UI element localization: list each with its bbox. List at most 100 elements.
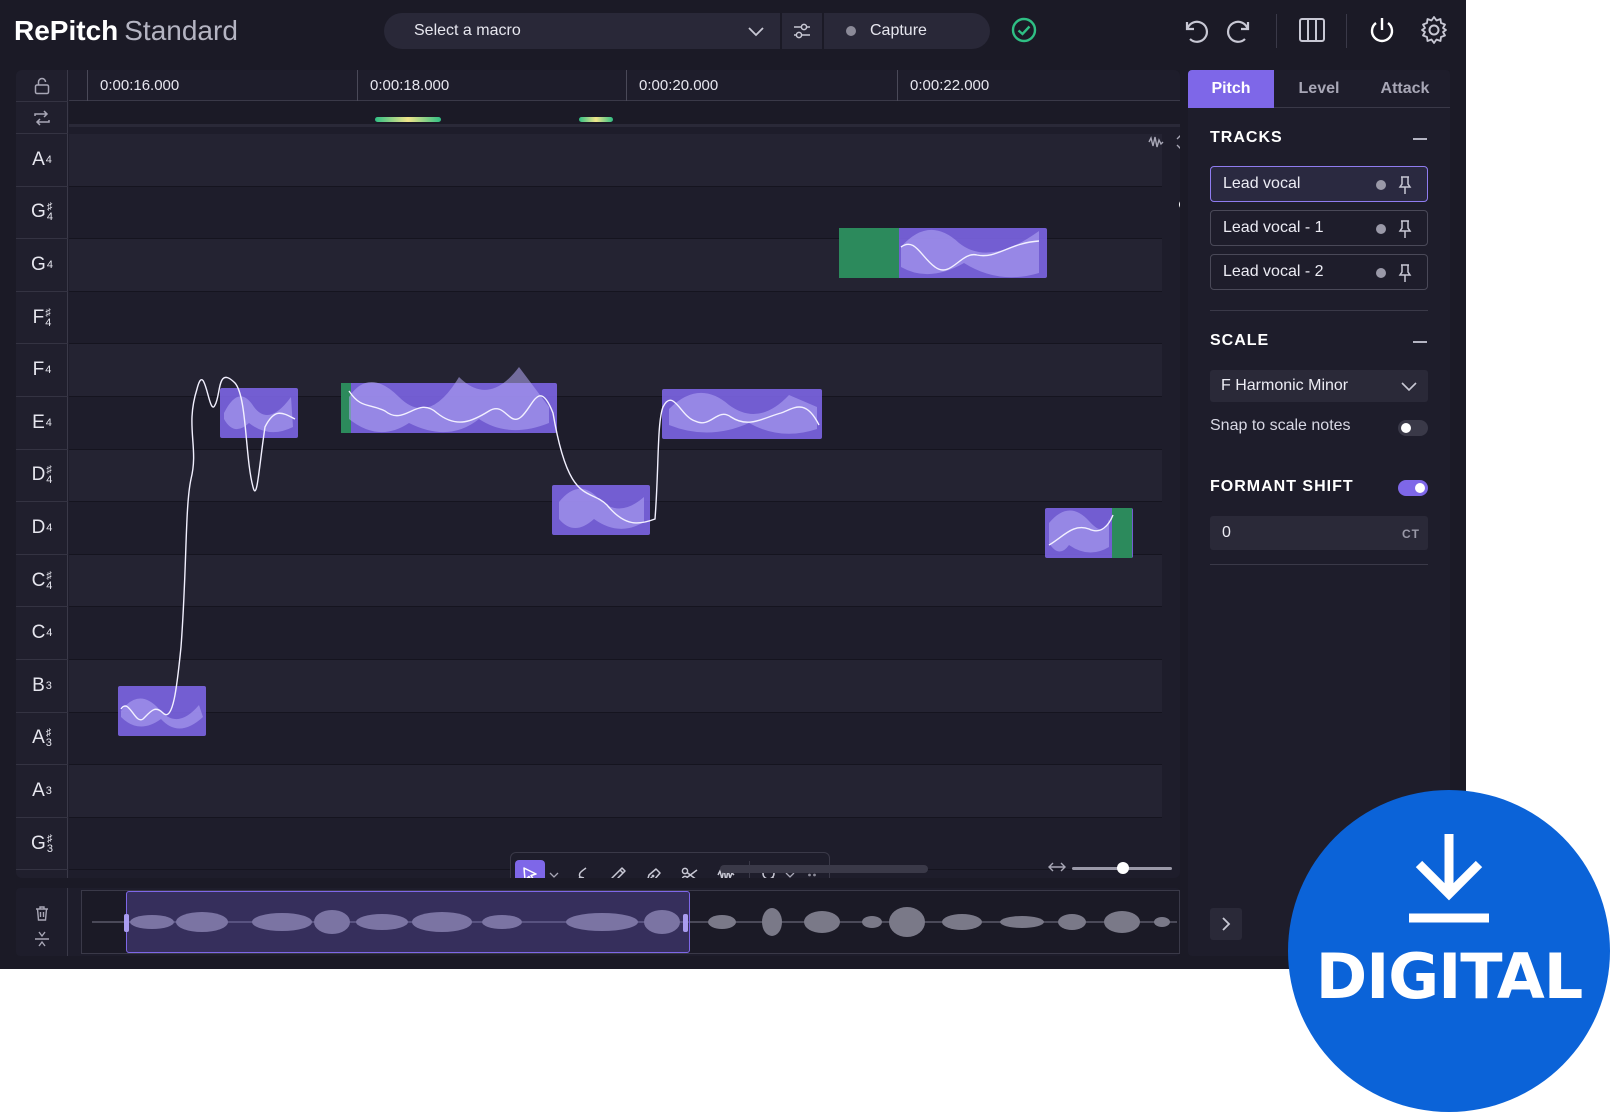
- macro-settings-button[interactable]: [782, 13, 822, 49]
- piano-key[interactable]: C4: [16, 607, 68, 660]
- overview-viewport[interactable]: [124, 891, 690, 953]
- waveform-overview[interactable]: [81, 890, 1180, 954]
- formant-toggle[interactable]: [1398, 480, 1428, 496]
- piano-key[interactable]: F ♯ 4: [16, 292, 68, 345]
- track-label: Lead vocal - 1: [1223, 219, 1324, 236]
- chevron-down-icon[interactable]: [549, 870, 559, 878]
- ruler-time-label: 0:00:22.000: [910, 77, 990, 94]
- piano-key[interactable]: A3: [16, 765, 68, 818]
- tab-pitch[interactable]: Pitch: [1188, 70, 1274, 108]
- snap-toggle[interactable]: [1398, 420, 1428, 436]
- formant-shift-field[interactable]: 0 CT: [1210, 516, 1428, 550]
- horizontal-scrollbar[interactable]: [720, 865, 928, 873]
- redo-icon[interactable]: [1225, 14, 1257, 46]
- track-solo-dot[interactable]: [1376, 268, 1386, 278]
- track-label: Lead vocal: [1223, 175, 1301, 192]
- pin-icon[interactable]: [1397, 175, 1413, 195]
- repitch-window: RePitchStandard Select a macro Capture: [0, 0, 1466, 969]
- piano-key[interactable]: G ♯ 4: [16, 187, 68, 240]
- pitch-drift-tool-button[interactable]: [567, 860, 597, 878]
- snap-label: Snap to scale notes: [1210, 417, 1351, 434]
- collapse-icon[interactable]: [33, 930, 51, 948]
- waveform-toggle-icon[interactable]: [1147, 133, 1180, 151]
- scissors-tool-button[interactable]: [675, 860, 705, 878]
- piano-key-octave: 3: [45, 737, 52, 750]
- piano-key[interactable]: G4: [16, 239, 68, 292]
- capture-button[interactable]: Capture: [824, 13, 990, 49]
- select-tool-icon: [523, 867, 537, 878]
- pen-tool-icon: [647, 868, 661, 878]
- toggle-knob: [1401, 423, 1411, 433]
- inspector-tabs: Pitch Level Attack: [1188, 70, 1450, 108]
- toggle-knob: [1415, 483, 1425, 493]
- macro-select-label: Select a macro: [414, 22, 521, 39]
- viewport-start-handle[interactable]: [124, 914, 129, 932]
- pin-icon[interactable]: [1397, 219, 1413, 239]
- piano-key-octave: 4: [45, 416, 52, 429]
- trash-icon[interactable]: [33, 904, 51, 922]
- piano-key[interactable]: B3: [16, 660, 68, 713]
- select-tool-button[interactable]: [515, 860, 545, 878]
- power-icon[interactable]: [1366, 14, 1398, 46]
- pin-icon[interactable]: [1397, 263, 1413, 283]
- overview-panel: [16, 888, 1180, 956]
- tracks-heading: TRACKS: [1210, 129, 1283, 146]
- tab-level[interactable]: Level: [1276, 70, 1362, 108]
- piano-key[interactable]: E4: [16, 397, 68, 450]
- track-solo-dot[interactable]: [1376, 224, 1386, 234]
- piano-key[interactable]: D ♯ 4: [16, 450, 68, 503]
- gear-icon[interactable]: [1418, 14, 1450, 46]
- pencil-tool-icon: [611, 867, 626, 878]
- viewport-end-handle[interactable]: [683, 914, 688, 932]
- collapse-tracks-button[interactable]: [1413, 138, 1427, 140]
- timeline-ruler[interactable]: 0:00:16.000 0:00:18.000 0:00:20.000 0:00…: [69, 70, 1180, 101]
- toolbar-divider: [1276, 14, 1277, 48]
- scale-select[interactable]: F Harmonic Minor: [1210, 370, 1428, 402]
- scissors-tool-icon: [681, 867, 698, 878]
- marker-strip: [69, 101, 1180, 127]
- piano-key-octave: 4: [46, 211, 53, 224]
- pencil-tool-button[interactable]: [603, 860, 633, 878]
- region-marker[interactable]: [375, 117, 441, 122]
- piano-key[interactable]: D4: [16, 502, 68, 555]
- piano-key-octave: 4: [46, 627, 53, 640]
- track-item[interactable]: Lead vocal - 1: [1210, 210, 1428, 246]
- app-edition: Standard: [124, 15, 238, 46]
- piano-key-label: A: [32, 727, 45, 749]
- piano-key[interactable]: G ♯ 3: [16, 818, 68, 871]
- piano-key[interactable]: F4: [16, 344, 68, 397]
- top-bar: RePitch Standard Select a macro Capture: [0, 0, 1466, 62]
- horizontal-zoom-handle[interactable]: [1117, 862, 1129, 874]
- piano-key[interactable]: C ♯ 4: [16, 555, 68, 608]
- piano-key-octave: 4: [45, 316, 52, 329]
- piano-key[interactable]: A4: [16, 134, 68, 187]
- piano-key-octave: 4: [46, 579, 53, 592]
- scale-select-value: F Harmonic Minor: [1221, 377, 1349, 394]
- overview-tools: [16, 888, 68, 956]
- ruler-tick: 0:00:16.000: [87, 70, 179, 101]
- region-marker[interactable]: [579, 117, 613, 122]
- piano-key-octave: 3: [46, 842, 53, 855]
- track-item[interactable]: Lead vocal - 2: [1210, 254, 1428, 290]
- toolbar-divider: [1346, 14, 1347, 48]
- piano-key[interactable]: A ♯ 3: [16, 713, 68, 766]
- tab-attack[interactable]: Attack: [1362, 70, 1448, 108]
- pen-tool-button[interactable]: [639, 860, 669, 878]
- collapse-scale-button[interactable]: [1413, 341, 1427, 343]
- macro-select[interactable]: Select a macro: [384, 13, 780, 49]
- ruler-time-label: 0:00:20.000: [639, 77, 719, 94]
- piano-key-label: F: [32, 359, 45, 381]
- track-solo-dot[interactable]: [1376, 180, 1386, 190]
- piano-key-octave: 4: [46, 258, 53, 271]
- note-grid[interactable]: [69, 127, 1180, 878]
- loop-button[interactable]: [16, 102, 68, 134]
- lock-icon: [34, 77, 50, 95]
- lock-button[interactable]: [16, 70, 68, 102]
- layout-icon[interactable]: [1296, 14, 1328, 46]
- expand-panel-button[interactable]: [1210, 908, 1242, 940]
- vertical-zoom-handle[interactable]: [1179, 199, 1180, 210]
- piano-key-octave: 3: [45, 784, 52, 797]
- track-item[interactable]: Lead vocal: [1210, 166, 1428, 202]
- undo-icon[interactable]: [1178, 14, 1210, 46]
- chevron-right-icon: [1222, 917, 1231, 931]
